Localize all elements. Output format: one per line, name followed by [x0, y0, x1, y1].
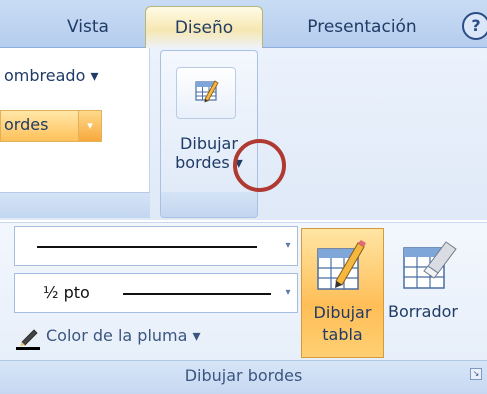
- draw-table-icon: [317, 240, 366, 290]
- tab-vista[interactable]: Vista: [38, 6, 138, 48]
- chevron-down-icon[interactable]: ▾: [279, 274, 297, 312]
- dialog-launcher-icon[interactable]: ↘: [470, 368, 482, 380]
- group-mid-footer: [161, 192, 257, 217]
- dibujar-tabla-line1: Dibujar: [313, 303, 372, 322]
- pen-color-label: Color de la pluma ▾: [46, 326, 201, 345]
- group-left-footer: [0, 192, 150, 218]
- eraser-icon: [403, 241, 457, 289]
- bordes-label: ordes: [4, 115, 49, 134]
- group-label: Dibujar bordes: [184, 366, 303, 385]
- line-weight-preview: [123, 293, 271, 295]
- pen-icon: [16, 329, 40, 350]
- dibujar-tabla-label: Dibujar tabla: [301, 302, 384, 346]
- line-weight-value: ½ pto: [43, 283, 90, 302]
- tab-presentacion[interactable]: Presentación: [282, 6, 442, 48]
- line-style-preview: [37, 246, 257, 248]
- highlight-circle-annotation: [233, 139, 286, 192]
- line-weight-combo[interactable]: ½ pto ▾: [14, 273, 298, 313]
- borrador-button[interactable]: [394, 236, 466, 302]
- draw-borders-icon-button[interactable]: [176, 67, 236, 119]
- bordes-dropdown-arrow[interactable]: ▾: [78, 111, 101, 141]
- chevron-down-icon[interactable]: ▾: [279, 227, 297, 265]
- borrador-label: Borrador: [388, 302, 458, 321]
- draw-table-icon: [195, 80, 219, 103]
- tab-diseno[interactable]: Diseño: [145, 6, 263, 49]
- sombreado-button[interactable]: ombreado ▾: [4, 66, 98, 85]
- line-style-combo[interactable]: ▾: [14, 226, 298, 266]
- help-icon[interactable]: ?: [462, 12, 487, 40]
- pen-color-button[interactable]: Color de la pluma ▾: [16, 322, 266, 352]
- dibujar-tabla-line2: tabla: [322, 325, 363, 344]
